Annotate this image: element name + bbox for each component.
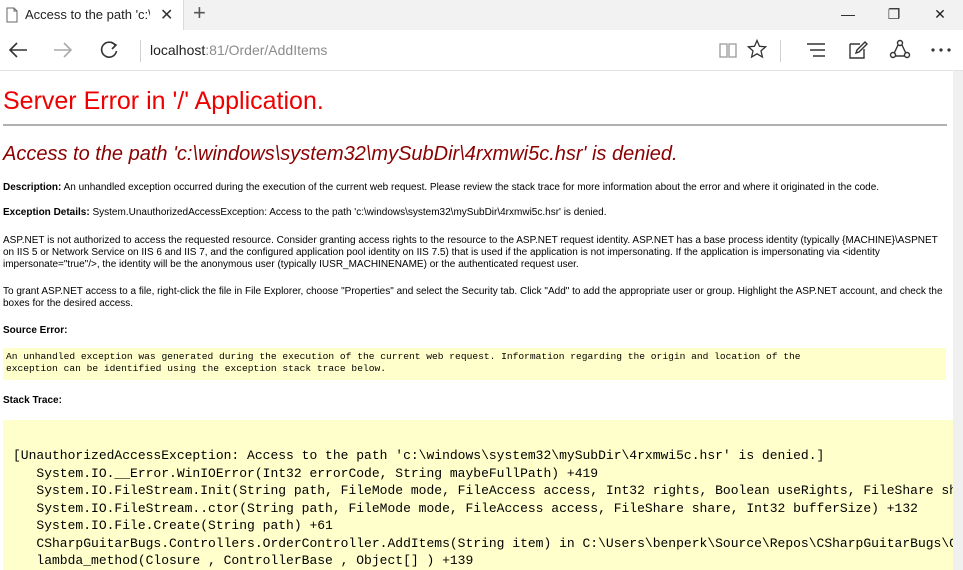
divider [140, 40, 141, 62]
stack-trace-text: [UnauthorizedAccessException: Access to … [13, 448, 963, 568]
tab-title: Access to the path 'c:\wi [25, 7, 150, 22]
description-label: Description: [3, 182, 62, 193]
title-bar: Access to the path 'c:\wi ✕ + — ❐ ✕ [0, 0, 963, 30]
forward-arrow-icon[interactable] [52, 39, 74, 61]
browser-tab[interactable]: Access to the path 'c:\wi ✕ [0, 0, 184, 30]
page-title: Server Error in '/' Application. [3, 87, 324, 115]
web-note-icon[interactable] [848, 40, 868, 60]
error-heading: Access to the path 'c:\windows\system32\… [3, 143, 678, 165]
page-content: Server Error in '/' Application. Access … [0, 71, 963, 570]
divider [780, 40, 781, 62]
stack-trace-box: [UnauthorizedAccessException: Access to … [3, 420, 963, 570]
tab-close-icon[interactable]: ✕ [160, 5, 173, 25]
url-field[interactable]: localhost:81/Order/AddItems [150, 30, 327, 70]
address-bar: localhost:81/Order/AddItems [0, 30, 963, 71]
source-error-label: Source Error: [3, 325, 68, 336]
page-icon [6, 7, 18, 23]
back-arrow-icon[interactable] [7, 39, 29, 61]
grant-access-paragraph: To grant ASP.NET access to a file, right… [3, 286, 943, 309]
hub-icon[interactable] [806, 41, 826, 59]
minimize-icon[interactable]: — [825, 0, 871, 30]
description-paragraph: Description: An unhandled exception occu… [3, 182, 943, 194]
divider [3, 124, 947, 126]
favorite-star-icon[interactable] [747, 39, 767, 59]
url-path: :81/Order/AddItems [205, 42, 328, 58]
new-tab-icon[interactable]: + [193, 2, 206, 24]
description-text: An unhandled exception occurred during t… [61, 182, 880, 193]
scrollbar[interactable] [953, 71, 963, 570]
url-host: localhost [150, 42, 206, 58]
maximize-icon[interactable]: ❐ [871, 0, 917, 30]
exception-label: Exception Details: [3, 207, 90, 218]
source-error-box: An unhandled exception was generated dur… [3, 348, 946, 380]
source-error-text: An unhandled exception was generated dur… [6, 351, 801, 374]
reading-view-icon[interactable] [718, 41, 738, 59]
exception-text: System.UnauthorizedAccessException: Acce… [89, 207, 607, 218]
stack-trace-label: Stack Trace: [3, 395, 62, 406]
aspnet-paragraph: ASP.NET is not authorized to access the … [3, 235, 938, 270]
close-window-icon[interactable]: ✕ [917, 0, 963, 30]
more-icon[interactable] [930, 46, 952, 54]
share-icon[interactable] [889, 39, 911, 61]
refresh-icon[interactable] [98, 39, 120, 61]
exception-details-paragraph: Exception Details: System.UnauthorizedAc… [3, 207, 943, 219]
